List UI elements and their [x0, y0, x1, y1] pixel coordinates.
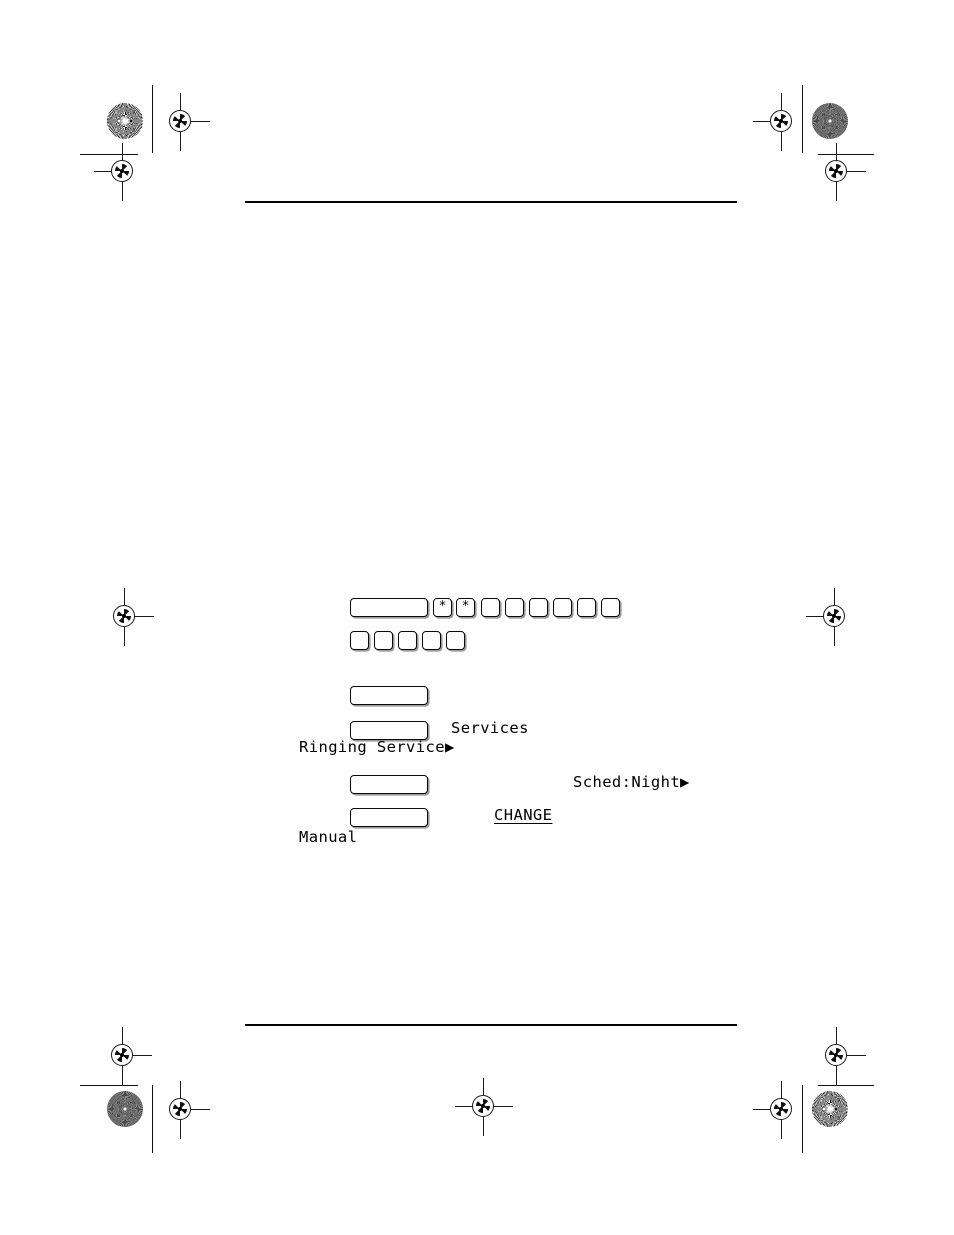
key-blank[interactable] [446, 631, 465, 650]
step-3-key-box[interactable] [350, 775, 428, 794]
key-blank[interactable] [577, 598, 596, 617]
key-blank[interactable] [505, 598, 524, 617]
halftone-density-target-icon [107, 1091, 143, 1127]
key-blank[interactable] [398, 631, 417, 650]
crop-mark-icon [80, 1085, 138, 1087]
registration-target-icon [96, 588, 154, 646]
footer-rule [245, 1024, 737, 1027]
step-1-key-box[interactable] [350, 686, 428, 705]
crop-mark-icon [802, 1085, 804, 1153]
registration-target-icon [94, 143, 152, 201]
display-softkey-change[interactable]: CHANGE [494, 807, 552, 824]
display-text-sched-night: Sched:Night▶ [573, 773, 690, 791]
key-blank[interactable] [481, 598, 500, 617]
key-blank[interactable] [553, 598, 572, 617]
registration-target-icon [808, 143, 866, 201]
key-blank[interactable] [529, 598, 548, 617]
halftone-density-target-icon [812, 103, 848, 139]
key-blank[interactable] [422, 631, 441, 650]
key-blank[interactable] [374, 631, 393, 650]
crop-mark-icon [802, 85, 804, 153]
registration-target-icon [808, 1027, 866, 1085]
registration-target-icon [152, 93, 210, 151]
step-4-key-box[interactable] [350, 808, 428, 827]
display-text-manual: Manual [299, 828, 358, 846]
crop-mark-icon [818, 1085, 874, 1087]
halftone-density-target-icon [812, 1091, 848, 1127]
halftone-density-target-icon [107, 103, 143, 139]
header-rule [245, 201, 737, 204]
key-star-1[interactable]: * [433, 598, 452, 617]
key-blank[interactable] [601, 598, 620, 617]
key-star-2[interactable]: * [456, 598, 475, 617]
display-text-services: Services [451, 719, 529, 737]
registration-target-icon [152, 1081, 210, 1139]
key-wide-blank[interactable] [350, 598, 428, 617]
scanned-manual-page: * * Services Ringing Service▶ Sched:Nigh… [0, 0, 954, 1235]
display-text-ringing-service: Ringing Service▶ [299, 738, 455, 756]
key-blank[interactable] [350, 631, 369, 650]
registration-target-icon [806, 588, 864, 646]
registration-target-icon [455, 1078, 513, 1136]
registration-target-icon [94, 1027, 152, 1085]
